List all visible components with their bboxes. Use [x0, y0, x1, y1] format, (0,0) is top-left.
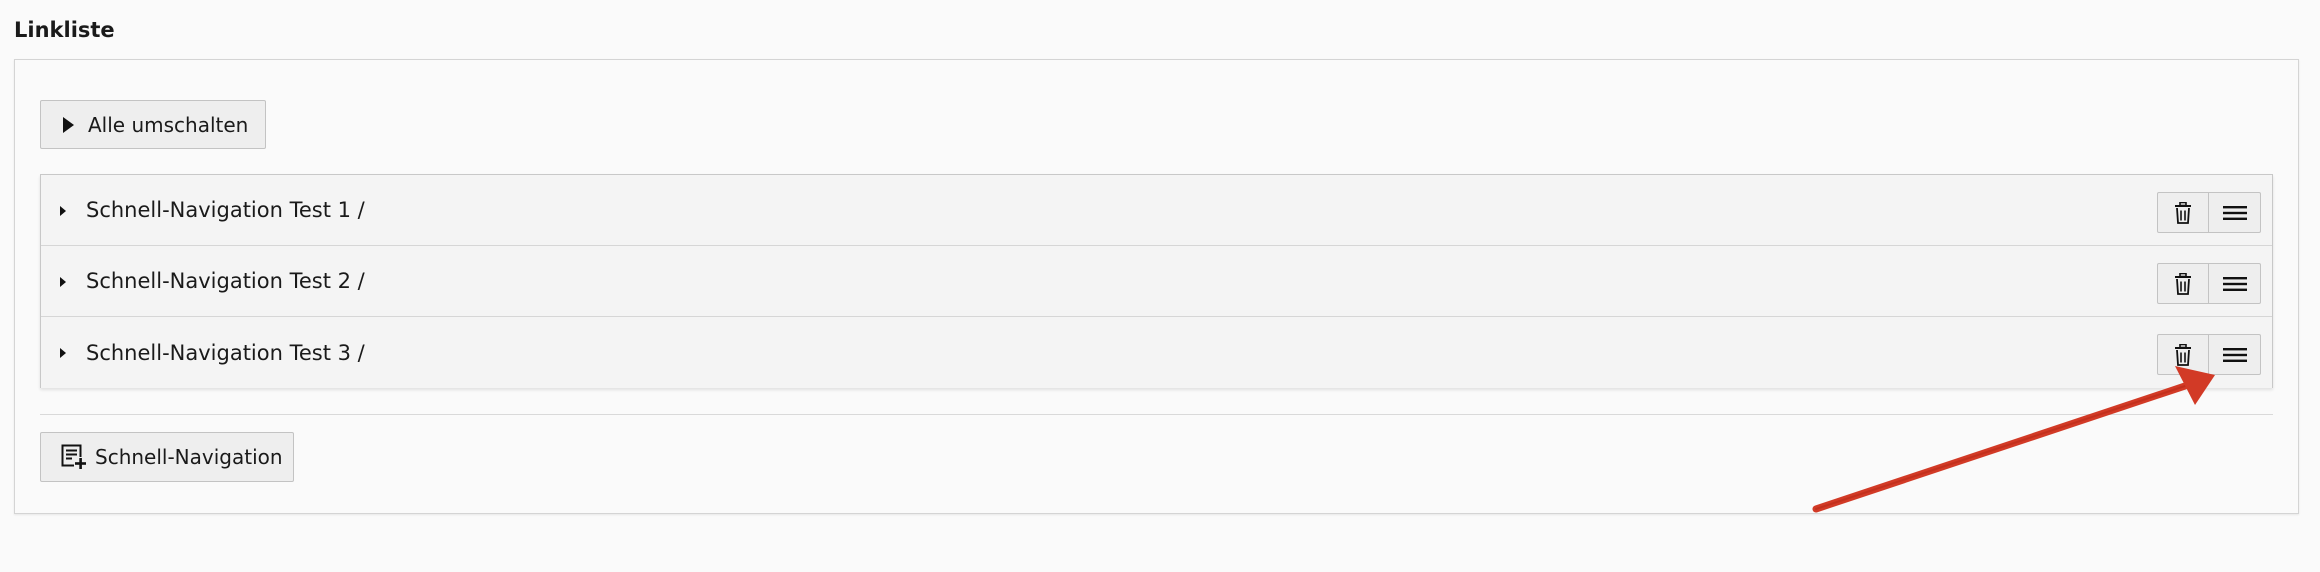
trash-icon — [2175, 343, 2191, 366]
add-content-icon — [61, 444, 87, 470]
list-item[interactable]: Schnell-Navigation Test 2 / — [41, 246, 2272, 317]
item-label: Schnell-Navigation Test 2 / — [86, 269, 365, 293]
item-actions — [2157, 334, 2261, 375]
add-item-button[interactable]: Schnell-Navigation — [40, 432, 294, 482]
caret-right-icon[interactable] — [60, 348, 66, 358]
trash-icon — [2175, 272, 2191, 295]
add-item-label: Schnell-Navigation — [95, 445, 283, 469]
link-list-panel: Alle umschalten Schnell-Navigation Test … — [14, 59, 2299, 514]
caret-right-icon[interactable] — [60, 277, 66, 287]
drag-handle-icon — [2222, 347, 2247, 362]
list-item[interactable]: Schnell-Navigation Test 1 / — [41, 175, 2272, 246]
item-actions — [2157, 263, 2261, 304]
drag-handle-icon — [2222, 205, 2247, 220]
toggle-all-button[interactable]: Alle umschalten — [40, 100, 266, 149]
drag-handle-button[interactable] — [2209, 192, 2261, 233]
drag-handle-button[interactable] — [2209, 263, 2261, 304]
play-triangle-icon — [63, 116, 74, 133]
item-label: Schnell-Navigation Test 3 / — [86, 340, 365, 365]
divider — [40, 414, 2273, 415]
toggle-all-label: Alle umschalten — [88, 112, 249, 137]
section-title: Linkliste — [14, 18, 115, 42]
delete-button[interactable] — [2157, 334, 2209, 375]
caret-right-icon[interactable] — [60, 206, 66, 216]
item-label: Schnell-Navigation Test 1 / — [86, 198, 365, 222]
item-list: Schnell-Navigation Test 1 / Schnell-Navi… — [40, 174, 2273, 388]
drag-handle-icon — [2222, 276, 2247, 291]
delete-button[interactable] — [2157, 263, 2209, 304]
item-actions — [2157, 192, 2261, 233]
drag-handle-button[interactable] — [2209, 334, 2261, 375]
list-item[interactable]: Schnell-Navigation Test 3 / — [41, 317, 2272, 388]
trash-icon — [2175, 201, 2191, 224]
delete-button[interactable] — [2157, 192, 2209, 233]
